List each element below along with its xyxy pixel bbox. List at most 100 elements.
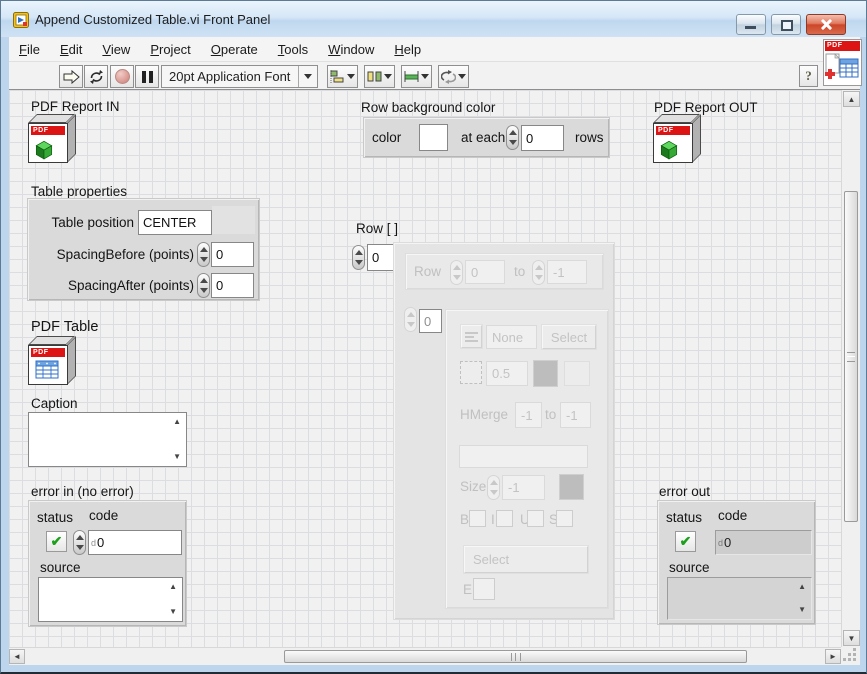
row-from-label: Row — [414, 264, 441, 279]
spacing-before-input[interactable]: 0 — [211, 242, 254, 267]
run-button[interactable] — [59, 65, 83, 88]
menu-view[interactable]: View — [92, 37, 140, 62]
font-selector[interactable]: 20pt Application Font — [161, 65, 318, 88]
color-swatch-input[interactable] — [419, 124, 448, 151]
spacing-before-label: SpacingBefore (points) — [34, 247, 194, 262]
at-each-label: at each — [461, 130, 505, 145]
vi-pdf-glyph — [824, 52, 860, 85]
menu-help[interactable]: Help — [384, 37, 431, 62]
close-button[interactable] — [806, 14, 846, 35]
chevron-down-icon — [304, 74, 312, 79]
menu-label: E — [60, 42, 69, 57]
error-in-cluster: status code ✔ d 0 source ▲ ▼ — [28, 500, 187, 627]
menu-label: iew — [111, 42, 131, 57]
error-out-source-indicator: ▲ ▼ — [667, 577, 812, 620]
titlebar[interactable]: Append Customized Table.vi Front Panel — [1, 1, 866, 37]
table-position-input[interactable]: CENTER — [138, 210, 212, 235]
italic-checkbox — [496, 510, 513, 527]
pdf-report-out-label: PDF Report OUT — [654, 100, 758, 115]
scroll-right-button[interactable]: ► — [825, 649, 841, 664]
interval-input[interactable]: 0 — [521, 125, 564, 151]
green-cube-icon — [658, 138, 680, 160]
scroll-up-icon[interactable]: ▲ — [173, 418, 181, 426]
menu-project[interactable]: Project — [140, 37, 200, 62]
horizontal-scrollbar[interactable]: ◄ ► — [9, 647, 841, 665]
menu-label: O — [211, 42, 221, 57]
spacing-after-input[interactable]: 0 — [211, 273, 254, 298]
menu-edit[interactable]: Edit — [50, 37, 92, 62]
help-button[interactable]: ? — [799, 65, 818, 87]
table-properties-cluster: Table position CENTER SpacingBefore (poi… — [27, 198, 260, 301]
pdf-banner: PDF — [31, 348, 65, 357]
menu-label: elp — [404, 42, 421, 57]
color-label: color — [372, 130, 401, 145]
error-out-code-indicator: d 0 — [715, 530, 812, 555]
scroll-down-icon: ▼ — [848, 634, 856, 643]
reorder-objects-button[interactable] — [438, 65, 469, 88]
menu-file[interactable]: File — [9, 37, 50, 62]
maximize-button[interactable] — [771, 14, 801, 35]
abort-icon — [115, 69, 130, 84]
pdf-report-in-icon: PDF — [28, 114, 78, 164]
scroll-left-button[interactable]: ◄ — [9, 649, 25, 664]
resize-objects-icon — [404, 70, 419, 83]
run-continuous-button[interactable] — [84, 65, 108, 88]
pause-button[interactable] — [135, 65, 159, 88]
table-glyph-icon — [35, 360, 61, 381]
window-title: Append Customized Table.vi Front Panel — [35, 12, 270, 27]
rows-label: rows — [575, 130, 604, 145]
menu-label: F — [19, 42, 27, 57]
error-in-source-input[interactable]: ▲ ▼ — [38, 577, 183, 622]
cell-array-index-spinner — [404, 307, 417, 332]
scroll-up-button[interactable]: ▲ — [843, 91, 860, 107]
cell-checkbox — [460, 361, 482, 384]
align-objects-button[interactable] — [327, 65, 358, 88]
error-in-code-spinner[interactable] — [73, 530, 86, 555]
error-in-status-checkbox[interactable]: ✔ — [46, 531, 67, 552]
e-checkbox — [473, 578, 495, 600]
scroll-down-button[interactable]: ▼ — [843, 630, 860, 646]
spacing-after-spinner[interactable] — [197, 273, 210, 298]
error-in-code-input[interactable]: d 0 — [88, 530, 182, 555]
interval-spinner[interactable] — [506, 125, 519, 150]
run-continuous-icon — [88, 69, 105, 85]
menu-window[interactable]: Window — [318, 37, 384, 62]
distribute-objects-button[interactable] — [364, 65, 395, 88]
menu-bar: File Edit View Project Operate Tools Win… — [9, 37, 860, 62]
resize-grip[interactable] — [841, 647, 860, 665]
minimize-button[interactable] — [736, 14, 766, 35]
scroll-down-icon[interactable]: ▼ — [169, 608, 177, 616]
cell-opacity-input: 0.5 — [486, 361, 528, 386]
divider — [298, 66, 299, 87]
row-array-index-spinner[interactable] — [352, 245, 365, 270]
row-range-cluster: Row 0 to -1 — [405, 253, 604, 290]
resize-objects-button[interactable] — [401, 65, 432, 88]
menu-operate[interactable]: Operate — [201, 37, 268, 62]
menu-label: dit — [69, 42, 83, 57]
vertical-scroll-thumb[interactable] — [844, 191, 858, 522]
error-in-status-label: status — [37, 510, 73, 525]
cube-face: PDF — [28, 123, 68, 163]
caption-input[interactable]: ▲ ▼ — [28, 412, 187, 467]
scroll-down-icon: ▼ — [798, 606, 806, 614]
font-color-swatch — [559, 474, 584, 500]
reorder-objects-icon — [441, 70, 456, 84]
spacing-before-spinner[interactable] — [197, 242, 210, 267]
pdf-report-in-label: PDF Report IN — [31, 99, 120, 114]
error-in-code-value: 0 — [97, 535, 104, 550]
error-out-status-label: status — [666, 510, 702, 525]
vertical-scrollbar[interactable]: ▲ ▼ — [841, 90, 860, 647]
chevron-down-icon — [421, 74, 429, 79]
error-in-source-label: source — [40, 560, 81, 575]
cell-color-swatch-2 — [564, 361, 590, 386]
labview-app-icon — [13, 12, 29, 28]
size-input: -1 — [502, 475, 545, 500]
strike-checkbox — [556, 510, 573, 527]
row-background-color-label: Row background color — [361, 100, 495, 115]
scroll-down-icon[interactable]: ▼ — [173, 453, 181, 461]
menu-tools[interactable]: Tools — [268, 37, 318, 62]
radix-indicator: d — [91, 538, 96, 548]
scroll-up-icon[interactable]: ▲ — [169, 583, 177, 591]
horizontal-scroll-thumb[interactable] — [284, 650, 747, 663]
error-out-cluster: status code ✔ d 0 source ▲ ▼ — [657, 500, 816, 625]
